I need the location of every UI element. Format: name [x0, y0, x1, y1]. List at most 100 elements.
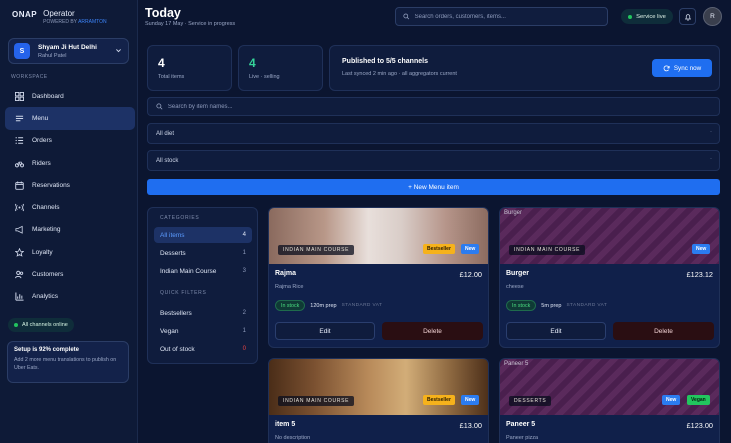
new-badge: New	[662, 395, 681, 405]
sidebar-item-analytics[interactable]: Analytics	[5, 286, 135, 308]
category-count: 1	[242, 250, 246, 256]
diet-filter-select[interactable]: All diet ·	[147, 123, 720, 144]
menu-item-image	[500, 208, 719, 264]
sidebar-item-customers[interactable]: Customers	[5, 263, 135, 285]
store-owner: Rahul Patel	[38, 52, 67, 59]
new-menu-item-button[interactable]: + New Menu item	[147, 179, 720, 195]
sync-now-button[interactable]: Sync now	[652, 59, 712, 77]
image-alt-text: Paneer 5	[504, 361, 529, 367]
sidebar-item-label: Analytics	[32, 293, 59, 301]
cuisine-tag: INDIAN MAIN COURSE	[278, 245, 355, 255]
image-alt-text: Burger	[504, 210, 523, 216]
search-icon	[156, 103, 163, 110]
total-items-card: 4 Total items	[147, 45, 232, 91]
sidebar-item-menu[interactable]: Menu	[5, 107, 135, 130]
sidebar-item-dashboard[interactable]: Dashboard	[5, 85, 135, 107]
total-items-label: Total items	[158, 74, 185, 80]
sidebar-item-reservations[interactable]: Reservations	[5, 174, 135, 196]
setup-text: Add 2 more menu translations to publish …	[14, 357, 117, 371]
orders-icon	[14, 136, 24, 146]
menu-icon	[14, 113, 24, 123]
quick-filter-vegan[interactable]: Vegan 1	[154, 323, 252, 339]
menu-item-description: cheese	[506, 284, 524, 290]
top-header: Today Sunday 17 May · Service in progres…	[138, 0, 731, 35]
calendar-icon	[14, 180, 24, 190]
page-title: Today	[145, 6, 181, 20]
user-avatar[interactable]: R	[703, 7, 722, 26]
status-dot	[628, 14, 633, 19]
sidebar-item-channels[interactable]: Channels	[5, 196, 135, 218]
delete-button[interactable]: Delete	[613, 322, 714, 340]
vegan-badge: Vegan	[687, 395, 710, 405]
menu-item-description: No description	[275, 435, 311, 441]
new-badge: New	[461, 395, 480, 405]
stock-filter-value: All stock	[156, 157, 179, 164]
live-items-label: Live · selling	[249, 74, 280, 80]
menu-item-card[interactable]: Burger INDIAN MAIN COURSE New Burger £12…	[499, 207, 720, 348]
menu-item-price: £12.00	[459, 270, 482, 279]
publish-status-card: Published to 5/5 channels Last synced 2 …	[329, 45, 720, 91]
item-search-input[interactable]	[167, 103, 719, 110]
sidebar-item-orders[interactable]: Orders	[5, 130, 135, 152]
menu-item-name: Rajma	[275, 270, 297, 277]
menu-item-description: Paneer pizza	[506, 435, 539, 441]
live-items-value: 4	[249, 56, 256, 70]
star-icon	[14, 247, 24, 257]
brand-title: Operator	[43, 9, 75, 18]
global-search[interactable]	[395, 7, 608, 26]
setup-progress-card[interactable]: Setup is 92% complete Add 2 more menu tr…	[7, 341, 129, 383]
new-badge: New	[692, 244, 711, 254]
categories-panel: CATEGORIES All items 4 Desserts 1 Indian…	[147, 207, 258, 364]
cuisine-tag: INDIAN MAIN COURSE	[278, 396, 355, 406]
quick-filter-bestsellers[interactable]: Bestsellers 2	[154, 305, 252, 321]
category-indian-main-course[interactable]: Indian Main Course 3	[154, 263, 252, 279]
category-desserts[interactable]: Desserts 1	[154, 245, 252, 261]
brand[interactable]: ONAP Operator POWERED BY ARRAMTON	[12, 9, 107, 25]
brand-logo: ONAP	[12, 10, 38, 19]
notifications-button[interactable]	[679, 8, 696, 25]
prep-time: 120m prep	[310, 302, 337, 309]
store-switcher[interactable]: S Shyam Ji Hut Delhi Rahul Patel	[8, 38, 129, 64]
sidebar-item-label: Channels	[32, 204, 60, 212]
quick-filter-out-of-stock[interactable]: Out of stock 0	[154, 341, 252, 357]
category-count: 3	[242, 268, 246, 274]
dashboard-icon	[14, 91, 24, 101]
stock-badge[interactable]: In stock	[275, 300, 306, 311]
live-items-card: 4 Live · selling	[238, 45, 323, 91]
chevron-down-icon	[115, 47, 122, 56]
menu-item-meta: In stock 120m prep STANDARD VAT	[275, 300, 382, 311]
delete-button[interactable]: Delete	[382, 322, 483, 340]
menu-item-card[interactable]: INDIAN MAIN COURSE Bestseller New Rajma …	[268, 207, 489, 348]
sidebar-item-loyalty[interactable]: Loyalty	[5, 241, 135, 263]
sidebar-item-label: Menu	[32, 114, 49, 122]
category-count: 4	[242, 232, 246, 238]
bell-icon	[684, 13, 691, 21]
menu-item-image	[269, 359, 488, 415]
channels-online-status: All channels online	[8, 318, 74, 332]
edit-button[interactable]: Edit	[506, 322, 606, 340]
cuisine-tag: INDIAN MAIN COURSE	[509, 245, 586, 255]
sidebar-item-marketing[interactable]: Marketing	[5, 219, 135, 241]
service-live-badge[interactable]: Service live	[621, 9, 673, 24]
edit-button[interactable]: Edit	[275, 322, 375, 340]
sidebar-item-label: Customers	[32, 271, 64, 279]
vat-label: STANDARD VAT	[566, 303, 608, 308]
menu-item-price: £13.00	[459, 421, 482, 430]
categories-heading: CATEGORIES	[160, 215, 200, 221]
chevron-down-icon: ·	[710, 156, 712, 162]
stock-filter-select[interactable]: All stock ·	[147, 150, 720, 171]
store-name: Shyam Ji Hut Delhi	[38, 43, 97, 51]
status-dot	[14, 323, 18, 327]
item-search[interactable]	[147, 97, 720, 116]
menu-item-card[interactable]: INDIAN MAIN COURSE Bestseller New item 5…	[268, 358, 489, 443]
category-all-items[interactable]: All items 4	[154, 227, 252, 243]
workspace-label: WORKSPACE	[11, 74, 48, 80]
sidebar-item-label: Orders	[32, 137, 52, 145]
menu-item-image	[269, 208, 488, 264]
global-search-input[interactable]	[414, 13, 607, 20]
cuisine-tag: DESSERTS	[509, 396, 552, 406]
menu-item-card[interactable]: Paneer 5 DESSERTS New Vegan Paneer 5 £12…	[499, 358, 720, 443]
sidebar-item-riders[interactable]: Riders	[5, 152, 135, 174]
stock-badge[interactable]: In stock	[506, 300, 537, 311]
users-icon	[14, 270, 24, 280]
